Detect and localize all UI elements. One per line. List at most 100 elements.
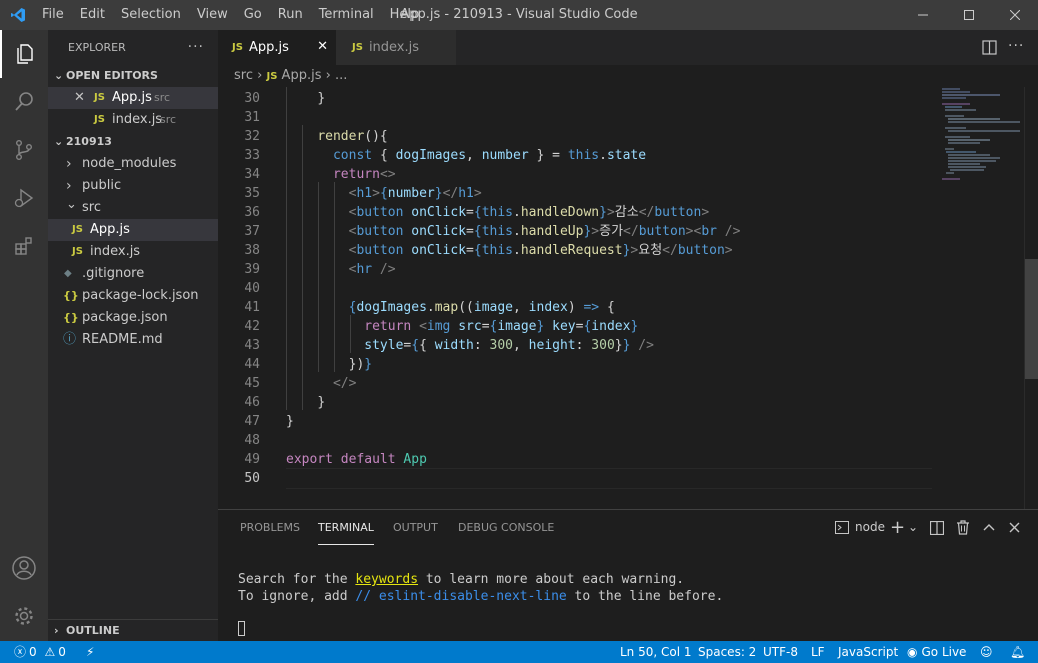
tree-item-package-lock-json[interactable]: {} package-lock.json (48, 285, 218, 307)
line-number: 42 (244, 319, 260, 334)
more-actions-button[interactable]: ··· (188, 30, 204, 65)
chevron-down-icon: ⌄ (54, 69, 64, 82)
lightning-icon[interactable]: ⚡ (86, 641, 94, 663)
maximize-button[interactable] (946, 0, 992, 30)
window-controls (900, 0, 1038, 30)
editor-more-actions-icon[interactable]: ··· (1008, 38, 1024, 54)
line-number: 41 (244, 300, 260, 315)
tree-item-package-json[interactable]: {} package.json (48, 307, 218, 329)
tab-index-js[interactable]: JS index.js (336, 30, 456, 65)
code-line: </> (332, 376, 357, 391)
run-debug-activity-button[interactable] (0, 174, 48, 222)
tree-item-label: package-lock.json (82, 288, 199, 303)
search-activity-button[interactable] (0, 78, 48, 126)
maximize-panel-icon[interactable] (983, 522, 995, 532)
cursor-position[interactable]: Ln 50, Col 1 (620, 641, 692, 663)
menu-selection[interactable]: Selection (113, 0, 189, 30)
trash-icon[interactable] (956, 520, 970, 535)
chevron-down-icon[interactable]: ⌄ (908, 510, 918, 545)
scrollbar-thumb[interactable] (1025, 259, 1038, 379)
go-live-button[interactable]: ◉ Go Live (907, 641, 966, 663)
settings-gear-icon (15, 607, 33, 625)
menu-view[interactable]: View (189, 0, 236, 30)
js-file-icon: JS (72, 224, 83, 235)
menu-file[interactable]: File (34, 0, 72, 30)
js-file-icon: JS (232, 42, 243, 53)
open-editor-dir: src (160, 113, 177, 126)
code-editor[interactable]: 30 31 32 33 34 35 36 37 38 39 40 41 42 4… (218, 87, 1038, 509)
accounts-activity-button[interactable] (0, 544, 48, 592)
breadcrumb-symbol[interactable]: ... (335, 68, 347, 83)
terminal-cursor[interactable] (238, 621, 245, 636)
account-icon (12, 556, 36, 580)
breadcrumb-folder[interactable]: src (234, 68, 253, 83)
tab-app-js[interactable]: JS App.js ✕ (218, 30, 336, 65)
line-number: 49 (244, 452, 260, 467)
title-bar: File Edit Selection View Go Run Terminal… (0, 0, 1038, 30)
tab-output[interactable]: OUTPUT (393, 510, 438, 545)
tree-item-index-js[interactable]: JS index.js (48, 241, 218, 263)
terminal-line: To ignore, add // eslint-disable-next-li… (238, 589, 724, 604)
encoding[interactable]: UTF-8 (763, 641, 798, 663)
source-control-activity-button[interactable] (0, 126, 48, 174)
outline-label: OUTLINE (66, 624, 120, 637)
maximize-icon (964, 10, 974, 20)
tree-item-label: package.json (82, 310, 168, 325)
current-line-highlight (286, 468, 932, 489)
terminal-name[interactable]: node (855, 510, 885, 545)
breadcrumb-file[interactable]: App.js (282, 68, 322, 83)
close-window-button[interactable] (992, 0, 1038, 30)
line-number: 47 (244, 414, 260, 429)
language-mode[interactable]: JavaScript (838, 641, 898, 663)
minimize-button[interactable] (900, 0, 946, 30)
warning-count: 0 (58, 645, 66, 659)
open-editor-item[interactable]: JS index.js src (48, 109, 218, 131)
terminal-icon (835, 521, 849, 534)
line-number: 37 (244, 224, 260, 239)
line-number: 48 (244, 433, 260, 448)
tree-item-gitignore[interactable]: ◆ .gitignore (48, 263, 218, 285)
code-line: {dogImages.map((image, index) => { (348, 300, 615, 315)
menu-go[interactable]: Go (236, 0, 270, 30)
tab-debug-console[interactable]: DEBUG CONSOLE (458, 510, 554, 545)
open-editors-section[interactable]: ⌄ OPEN EDITORS (48, 65, 218, 87)
menu-edit[interactable]: Edit (72, 0, 113, 30)
extensions-activity-button[interactable] (0, 222, 48, 270)
explorer-activity-button[interactable] (0, 30, 48, 78)
explorer-title: EXPLORER (68, 41, 126, 54)
split-editor-icon[interactable] (982, 40, 997, 55)
code-line: <button onClick={this.handleDown}>감소</bu… (348, 205, 710, 220)
tree-item-readme[interactable]: ⓘ README.md (48, 329, 218, 351)
indentation[interactable]: Spaces: 2 (698, 641, 756, 663)
close-tab-icon[interactable]: ✕ (317, 39, 328, 54)
close-panel-icon[interactable] (1009, 522, 1020, 533)
tree-item-app-js[interactable]: JS App.js (48, 219, 218, 241)
menu-help[interactable]: Help (382, 0, 428, 30)
tab-terminal[interactable]: TERMINAL (318, 510, 374, 545)
tree-item-src[interactable]: ⌄ src (48, 197, 218, 219)
line-number-current: 50 (244, 471, 260, 486)
editor-scrollbar[interactable] (1024, 87, 1038, 509)
tree-item-node-modules[interactable]: › node_modules (48, 153, 218, 175)
terminal-keyword: keywords (355, 572, 419, 587)
manage-activity-button[interactable] (0, 592, 48, 640)
open-editor-item[interactable]: ✕ JS App.js src (48, 87, 218, 109)
problems-status[interactable]: ⓧ 0 ⚠ 0 (14, 641, 66, 663)
line-number: 45 (244, 376, 260, 391)
end-of-line[interactable]: LF (811, 641, 825, 663)
menu-terminal[interactable]: Terminal (311, 0, 382, 30)
close-editor-icon[interactable]: ✕ (74, 87, 85, 109)
split-terminal-icon[interactable] (930, 521, 944, 535)
line-number: 40 (244, 281, 260, 296)
chevron-right-icon: › (54, 624, 59, 637)
notifications-bell-icon[interactable]: 🔔︎ (1010, 641, 1025, 663)
menu-run[interactable]: Run (270, 0, 311, 30)
tab-problems[interactable]: PROBLEMS (240, 510, 300, 545)
minimap[interactable] (940, 87, 1024, 509)
project-section[interactable]: ⌄ 210913 (48, 131, 218, 153)
outline-section[interactable]: › OUTLINE (48, 619, 218, 642)
feedback-icon[interactable]: ☺ (980, 641, 993, 663)
new-terminal-icon[interactable]: + (890, 510, 905, 545)
source-control-icon (15, 140, 32, 161)
status-bar: ⓧ 0 ⚠ 0 ⚡ Ln 50, Col 1 Spaces: 2 UTF-8 LF … (0, 641, 1038, 663)
